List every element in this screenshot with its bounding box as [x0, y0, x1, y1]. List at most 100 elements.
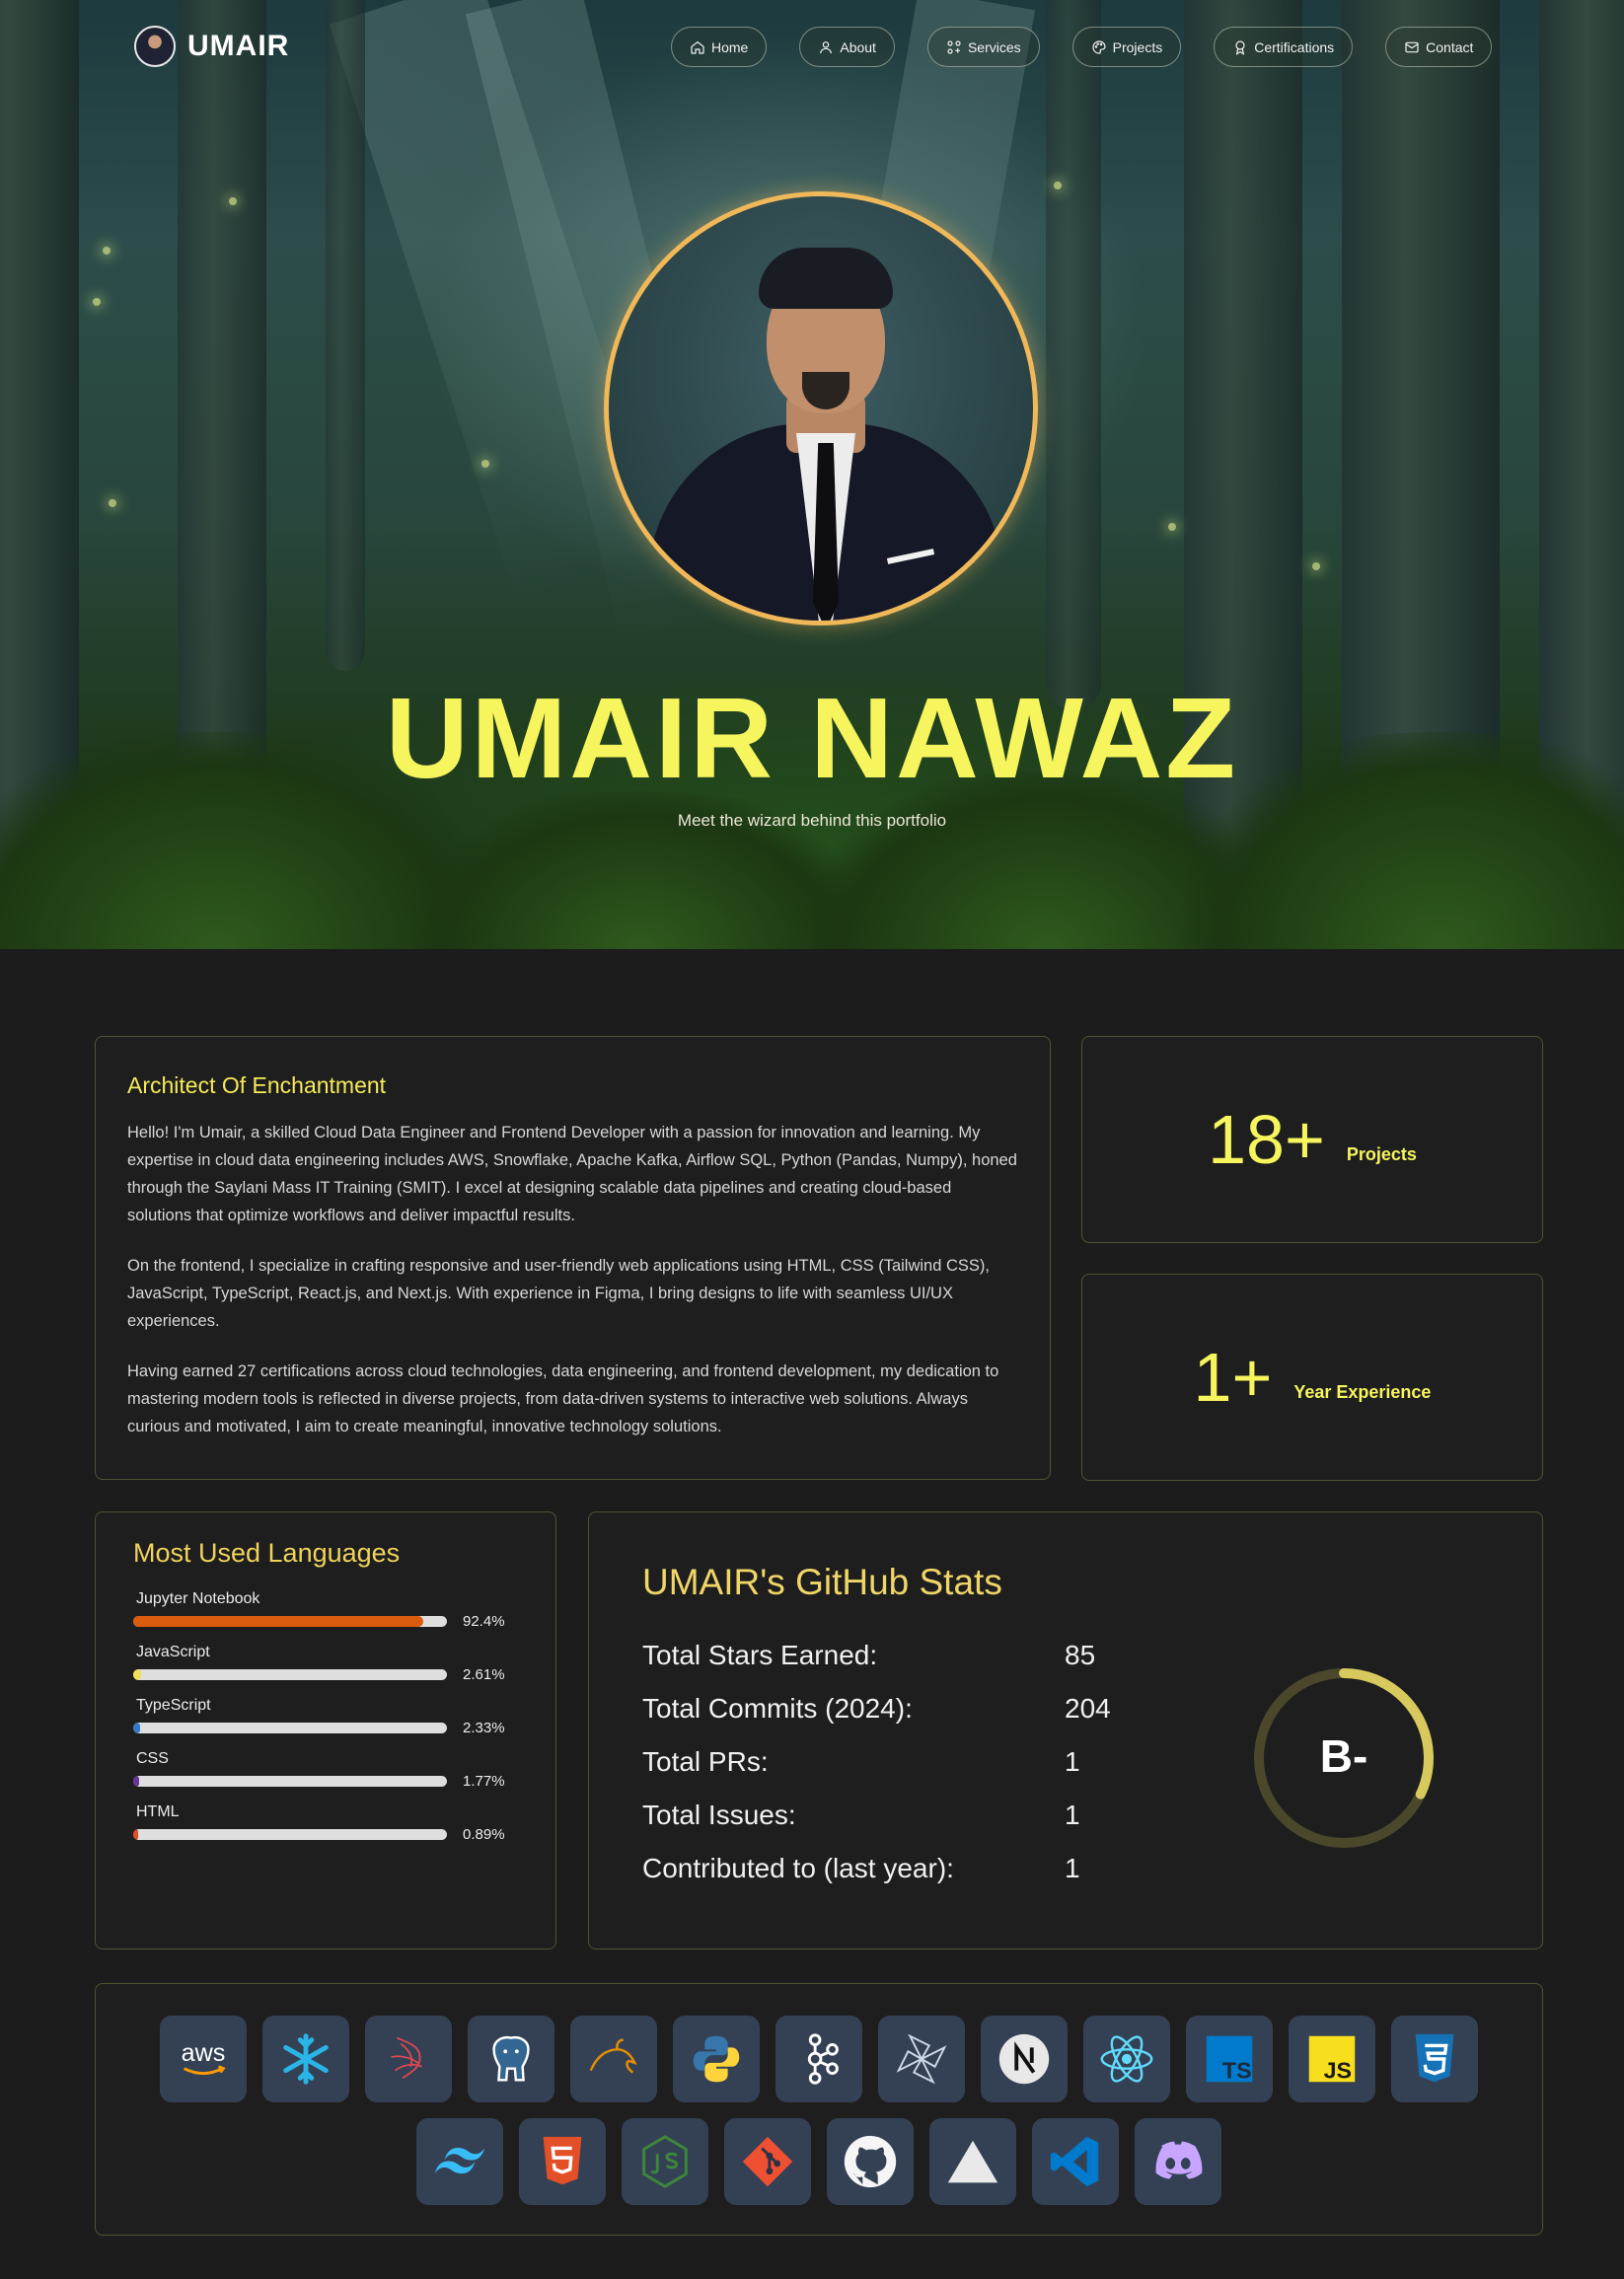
git-icon[interactable] — [724, 2118, 811, 2205]
palette-icon — [1092, 39, 1106, 54]
hero-section: UMAIR Home About Services Projects Certi… — [0, 0, 1624, 949]
aws-text: aws — [182, 2039, 226, 2067]
firefly — [1054, 182, 1062, 189]
react-icon[interactable] — [1083, 2016, 1170, 2102]
discord-icon[interactable] — [1135, 2118, 1221, 2205]
firefly — [229, 197, 237, 205]
firefly — [93, 298, 101, 306]
language-name: CSS — [136, 1750, 169, 1767]
about-paragraph: Having earned 27 certifications across c… — [127, 1362, 999, 1435]
home-icon — [691, 40, 704, 54]
stat-label: Contributed to (last year): — [642, 1853, 954, 1883]
brand-name: UMAIR — [187, 30, 290, 62]
firefly — [103, 247, 111, 255]
nodejs-icon[interactable] — [622, 2118, 708, 2205]
language-name: JavaScript — [136, 1644, 210, 1660]
language-item: HTML 0.89% — [133, 1803, 518, 1843]
language-bar-fill — [133, 1669, 142, 1680]
github-stats-heading: UMAIR's GitHub Stats — [642, 1562, 1002, 1602]
tech-row: aws TS JS — [96, 2016, 1542, 2102]
about-paragraph: Hello! I'm Umair, a skilled Cloud Data E… — [127, 1124, 1017, 1224]
mysql-icon[interactable] — [570, 2016, 657, 2102]
language-item: Jupyter Notebook 92.4% — [133, 1590, 518, 1630]
nav-about[interactable]: About — [799, 27, 895, 67]
vercel-icon[interactable] — [929, 2118, 1016, 2205]
mail-icon — [1405, 41, 1419, 52]
snowflake-icon[interactable] — [262, 2016, 349, 2102]
language-bar — [133, 1669, 447, 1680]
language-item: CSS 1.77% — [133, 1750, 518, 1790]
language-name: HTML — [136, 1803, 180, 1820]
ts-text: TS — [1222, 2057, 1252, 2083]
css3-icon[interactable] — [1391, 2016, 1478, 2102]
github-icon[interactable] — [827, 2118, 914, 2205]
postgresql-icon[interactable] — [468, 2016, 554, 2102]
stat-label: Total Issues: — [642, 1800, 796, 1830]
typescript-icon[interactable]: TS — [1186, 2016, 1273, 2102]
firefly — [1312, 562, 1320, 570]
language-bar-fill — [133, 1829, 139, 1840]
nav-home-label: Home — [711, 38, 749, 55]
nav-about-label: About — [840, 38, 876, 55]
brand-logo[interactable]: UMAIR — [134, 26, 289, 67]
airflow-icon[interactable] — [878, 2016, 965, 2102]
nav-certifications[interactable]: Certifications — [1214, 27, 1354, 67]
profile-photo — [604, 191, 1038, 625]
projects-stat-card: 18+ Projects — [1081, 1036, 1543, 1243]
top-navbar: UMAIR Home About Services Projects Certi… — [0, 0, 1624, 95]
sql-server-icon[interactable] — [365, 2016, 452, 2102]
html5-icon[interactable] — [519, 2118, 606, 2205]
stat-value: 1 — [1065, 1800, 1080, 1830]
language-name: Jupyter Notebook — [136, 1590, 260, 1607]
firefly — [481, 460, 489, 468]
language-percent: 2.61% — [463, 1666, 505, 1683]
tech-row — [96, 2118, 1542, 2205]
language-percent: 92.4% — [463, 1613, 505, 1630]
github-stats-card: UMAIR's GitHub Stats Total Stars Earned:… — [588, 1511, 1543, 1949]
stat-value: 1 — [1065, 1746, 1080, 1777]
avatar — [134, 26, 176, 67]
nav-services[interactable]: Services — [926, 27, 1040, 67]
experience-count: 1+ — [1193, 1339, 1273, 1416]
kafka-icon[interactable] — [775, 2016, 862, 2102]
nav-links: Home About Services Projects Certificati… — [671, 27, 1524, 67]
nav-home[interactable]: Home — [671, 27, 768, 67]
language-percent: 2.33% — [463, 1720, 505, 1736]
projects-count: 18+ — [1208, 1101, 1325, 1178]
award-icon — [1235, 39, 1245, 55]
language-percent: 0.89% — [463, 1826, 505, 1843]
language-bar-fill — [133, 1776, 139, 1787]
hero-subtitle: Meet the wizard behind this portfolio — [677, 811, 947, 830]
nav-services-label: Services — [967, 38, 1021, 55]
javascript-icon[interactable]: JS — [1289, 2016, 1375, 2102]
grade-label: B- — [1319, 1730, 1368, 1782]
python-icon[interactable] — [673, 2016, 760, 2102]
languages-heading: Most Used Languages — [133, 1538, 401, 1568]
aws-icon[interactable]: aws — [160, 2016, 247, 2102]
tree-trunk — [326, 0, 365, 671]
language-bar-fill — [133, 1723, 141, 1733]
stat-label: Total Stars Earned: — [642, 1640, 878, 1670]
about-paragraph: On the frontend, I specialize in craftin… — [127, 1257, 990, 1330]
firefly — [109, 499, 116, 507]
nav-contact-label: Contact — [1426, 38, 1474, 55]
experience-label: Year Experience — [1293, 1381, 1432, 1402]
about-heading: Architect Of Enchantment — [127, 1072, 387, 1098]
language-bar-fill — [133, 1616, 423, 1627]
language-bar — [133, 1829, 447, 1840]
vscode-icon[interactable] — [1032, 2118, 1119, 2205]
language-bar — [133, 1776, 447, 1787]
nav-projects[interactable]: Projects — [1071, 27, 1182, 67]
nav-projects-label: Projects — [1112, 38, 1163, 55]
stat-label: Total PRs: — [642, 1746, 769, 1777]
nav-contact[interactable]: Contact — [1385, 27, 1493, 67]
language-item: TypeScript 2.33% — [133, 1697, 518, 1736]
tailwind-icon[interactable] — [416, 2118, 503, 2205]
nextjs-icon[interactable] — [981, 2016, 1068, 2102]
grade-ring: B- — [1250, 1664, 1438, 1852]
user-icon — [820, 40, 833, 53]
tree-trunk — [1046, 0, 1101, 710]
languages-card: Most Used Languages Jupyter Notebook 92.… — [95, 1511, 556, 1949]
stat-value: 204 — [1065, 1693, 1111, 1724]
firefly — [1168, 523, 1176, 531]
